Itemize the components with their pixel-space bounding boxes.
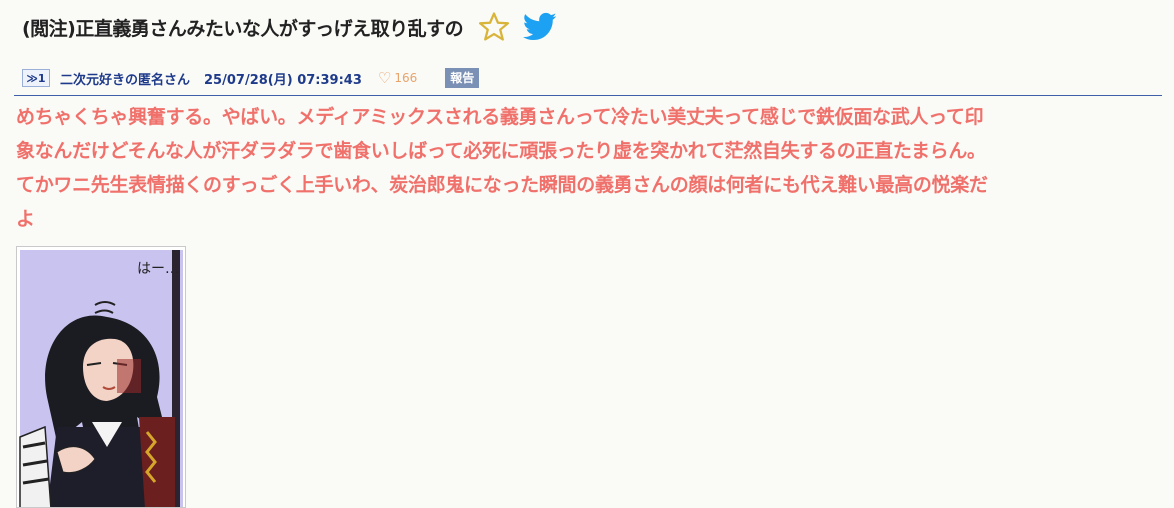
divider [14, 95, 1162, 96]
post-title: (閲注)正直義勇さんみたいな人がすっげえ取り乱すの [22, 17, 464, 40]
like-button[interactable]: ♡ 166 [378, 69, 417, 87]
report-button[interactable]: 報告 [445, 68, 480, 88]
author-name: 二次元好きの匿名さん [60, 72, 191, 88]
manga-panel-illustration: はー… [17, 247, 185, 507]
post-body: めちゃくちゃ興奮する。やばい。メディアミックスされる義勇さんって冷たい美丈夫って… [16, 100, 1166, 236]
post-meta: ≫1 二次元好きの匿名さん 25/07/28(月) 07:39:43 ♡ 166… [22, 67, 480, 89]
twitter-icon[interactable] [523, 12, 557, 42]
post-image[interactable]: はー… [16, 246, 186, 508]
body-line: 象なんだけどそんな人が汗ダラダラで歯食いしばって必死に頑張ったり虚を突かれて茫然… [16, 140, 986, 162]
image-sfx-text: はー… [137, 261, 179, 277]
body-line: てかワニ先生表情描くのすっごく上手いわ、炭治郎鬼になった瞬間の義勇さんの顔は何者… [16, 174, 988, 196]
body-line: めちゃくちゃ興奮する。やばい。メディアミックスされる義勇さんって冷たい美丈夫って… [16, 106, 984, 128]
heart-icon: ♡ [377, 69, 392, 87]
body-line: よ [16, 208, 35, 230]
like-count: 166 [394, 71, 418, 85]
post-header: (閲注)正直義勇さんみたいな人がすっげえ取り乱すの [22, 10, 557, 44]
star-icon[interactable] [477, 10, 511, 44]
post-number-link[interactable]: ≫1 [22, 69, 50, 87]
post-datetime: 25/07/28(月) 07:39:43 [204, 72, 362, 88]
